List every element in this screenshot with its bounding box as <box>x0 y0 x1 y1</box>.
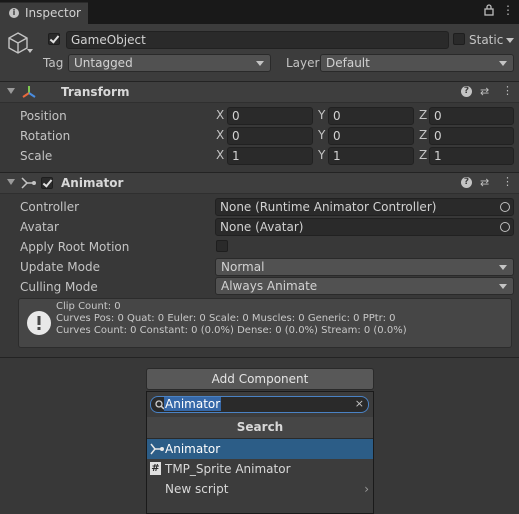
position-z-field[interactable]: 0 <box>429 107 514 125</box>
axis-z-label: Z <box>419 148 428 162</box>
rotation-label: Rotation <box>20 129 71 143</box>
culling-mode-dropdown[interactable]: Always Animate <box>215 277 514 295</box>
avatar-label: Avatar <box>20 220 59 234</box>
apply-root-motion-checkbox[interactable] <box>216 240 228 252</box>
axis-y-label: Y <box>318 108 326 122</box>
more-options-icon[interactable]: ⋮ <box>502 85 513 97</box>
object-picker-icon[interactable] <box>500 222 510 232</box>
controller-label: Controller <box>20 200 80 214</box>
chevron-down-icon <box>499 61 507 66</box>
axis-y-label: Y <box>318 128 326 142</box>
rotation-y-field[interactable]: 0 <box>328 127 414 145</box>
scale-x-field[interactable]: 1 <box>227 147 313 165</box>
info-curves-pos: Curves Pos: 0 Quat: 0 Euler: 0 Scale: 0 … <box>56 313 396 324</box>
presets-icon[interactable]: ⇄ <box>480 86 489 98</box>
axis-x-label: X <box>216 108 225 122</box>
animator-title: Animator <box>61 176 124 190</box>
help-icon[interactable]: ? <box>461 86 472 97</box>
info-icon: i <box>9 8 19 18</box>
active-checkbox[interactable] <box>48 33 60 45</box>
tag-label: Tag <box>43 56 64 70</box>
culling-mode-value: Always Animate <box>221 279 318 293</box>
chevron-down-icon <box>499 284 507 289</box>
help-icon[interactable]: ? <box>461 177 472 188</box>
info-clip-count: Clip Count: 0 <box>56 301 121 312</box>
chevron-down-icon <box>499 265 507 270</box>
position-x-field[interactable]: 0 <box>227 107 313 125</box>
transform-title: Transform <box>61 85 130 99</box>
axis-z-label: Z <box>419 108 428 122</box>
icon-dropdown-icon[interactable] <box>27 49 33 53</box>
more-options-icon[interactable]: ⋮ <box>502 176 513 188</box>
result-label: Animator <box>165 442 221 456</box>
transform-icon <box>22 85 36 102</box>
object-name-field[interactable]: GameObject <box>66 31 449 49</box>
tag-dropdown[interactable]: Untagged <box>68 54 271 72</box>
more-options-icon[interactable]: ⋮ <box>502 3 514 17</box>
static-label: Static <box>469 33 504 47</box>
layer-label: Layer <box>286 56 320 70</box>
scale-y-field[interactable]: 1 <box>328 147 414 165</box>
lock-icon[interactable] <box>484 4 494 19</box>
tab-label: Inspector <box>25 6 81 20</box>
result-label: New script <box>165 482 229 496</box>
axis-x-label: X <box>216 128 225 142</box>
avatar-value: None (Avatar) <box>220 220 304 234</box>
result-animator[interactable]: Animator <box>147 439 373 459</box>
chevron-right-icon: › <box>364 482 369 496</box>
clear-search-icon[interactable]: × <box>355 397 364 411</box>
apply-root-motion-label: Apply Root Motion <box>20 240 130 254</box>
culling-mode-label: Culling Mode <box>20 280 98 294</box>
result-tmp-sprite-animator[interactable]: # TMP_Sprite Animator <box>147 459 373 479</box>
update-mode-value: Normal <box>221 260 265 274</box>
controller-field[interactable]: None (Runtime Animator Controller) <box>215 198 514 216</box>
layer-dropdown[interactable]: Default <box>320 54 514 72</box>
chevron-down-icon <box>256 61 264 66</box>
rotation-z-field[interactable]: 0 <box>429 127 514 145</box>
object-picker-icon[interactable] <box>500 202 510 212</box>
warning-icon <box>26 310 52 339</box>
tag-value: Untagged <box>74 56 133 70</box>
controller-value: None (Runtime Animator Controller) <box>220 200 437 214</box>
position-y-field[interactable]: 0 <box>328 107 414 125</box>
axis-y-label: Y <box>318 148 326 162</box>
result-label: TMP_Sprite Animator <box>165 462 291 476</box>
static-checkbox[interactable] <box>453 33 465 45</box>
add-component-button[interactable]: Add Component <box>146 368 374 390</box>
divider <box>0 357 519 358</box>
axis-z-label: Z <box>419 128 428 142</box>
axis-x-label: X <box>216 148 225 162</box>
result-new-script[interactable]: New script › <box>147 479 373 499</box>
script-hash-icon: # <box>150 462 161 475</box>
search-text: Animator <box>164 397 222 411</box>
scale-z-field[interactable]: 1 <box>429 147 514 165</box>
rotation-x-field[interactable]: 0 <box>227 127 313 145</box>
position-label: Position <box>20 109 67 123</box>
avatar-field[interactable]: None (Avatar) <box>215 218 514 236</box>
update-mode-dropdown[interactable]: Normal <box>215 258 514 276</box>
animator-header[interactable]: Animator ? ⇄ ⋮ <box>0 172 519 194</box>
animator-icon <box>21 176 37 193</box>
search-header: Search <box>147 417 373 439</box>
presets-icon[interactable]: ⇄ <box>480 177 489 189</box>
layer-value: Default <box>326 56 370 70</box>
animator-enabled-checkbox[interactable] <box>41 177 53 189</box>
update-mode-label: Update Mode <box>20 260 100 274</box>
info-curves-count: Curves Count: 0 Constant: 0 (0.0%) Dense… <box>56 325 407 336</box>
gameobject-icon <box>8 32 28 57</box>
animator-info-box: Clip Count: 0 Curves Pos: 0 Quat: 0 Eule… <box>18 298 512 348</box>
scale-label: Scale <box>20 149 53 163</box>
foldout-arrow-icon[interactable] <box>7 88 15 94</box>
tab-inspector[interactable]: i Inspector <box>0 2 88 25</box>
transform-header[interactable]: Transform ? ⇄ ⋮ <box>0 81 519 103</box>
static-dropdown-icon[interactable] <box>506 38 514 43</box>
foldout-arrow-icon[interactable] <box>7 179 15 185</box>
